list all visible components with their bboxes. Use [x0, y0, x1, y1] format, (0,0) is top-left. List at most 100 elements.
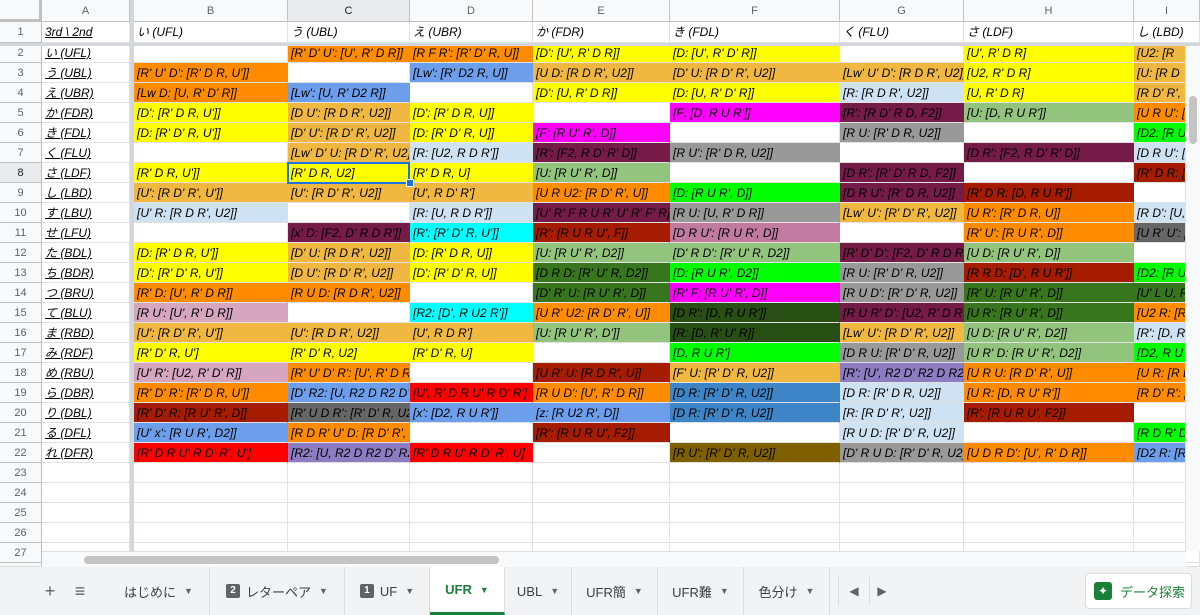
data-cell[interactable]: [D': [R' D R, U]] — [410, 103, 533, 123]
data-cell[interactable]: [R U R' D': [U2, R' D R D]] — [840, 303, 964, 323]
data-cell[interactable]: [U': [R D' R', U']] — [134, 323, 288, 343]
row-header-22[interactable]: 22 — [0, 443, 42, 463]
column-header-g[interactable]: G — [840, 0, 964, 22]
grid-cell[interactable] — [840, 503, 964, 523]
data-cell[interactable] — [134, 143, 288, 163]
data-cell[interactable]: [R2: [D', R U2 R']] — [410, 303, 533, 323]
data-cell[interactable]: [D R: [R' D' R, U2]] — [670, 403, 840, 423]
data-cell[interactable]: [R': [R U R U', F2]] — [533, 423, 670, 443]
row-header-21[interactable]: 21 — [0, 423, 42, 443]
data-cell[interactable]: [z: [R U2 R', D]] — [533, 403, 670, 423]
data-cell[interactable]: [D: [R' D R, U']] — [134, 243, 288, 263]
data-cell[interactable]: [U2, R' D R] — [964, 63, 1134, 83]
data-cell[interactable]: [Lw': [U, R' D2 R]] — [288, 83, 410, 103]
data-cell[interactable]: [R' U' D': [R' D R, U']] — [134, 63, 288, 83]
grid-cell[interactable] — [840, 463, 964, 483]
data-cell[interactable]: [D R U': [R U R', D]] — [670, 223, 840, 243]
data-cell[interactable]: [R U': [R' D R, U2]] — [670, 143, 840, 163]
data-cell[interactable]: [F: [R U' R', D]] — [533, 123, 670, 143]
data-cell[interactable]: [D' U: [R D R', U2]] — [288, 243, 410, 263]
data-cell[interactable]: [Lw': [R' D2 R, U]] — [410, 63, 533, 83]
data-cell[interactable]: [U D: [R U' R', D2]] — [964, 323, 1134, 343]
data-cell[interactable]: [x': [D2, R U R']] — [410, 403, 533, 423]
data-cell[interactable]: [R' D R U' R D' R', U] — [410, 443, 533, 463]
data-cell[interactable]: [R': [R U R U', F2]] — [964, 403, 1134, 423]
row-header-24[interactable]: 24 — [0, 483, 42, 503]
data-cell[interactable]: [R F R': [R' D' R, U]] — [410, 43, 533, 63]
scroll-tabs-right-icon[interactable]: ▶ — [868, 577, 896, 605]
add-sheet-icon[interactable]: + — [36, 577, 64, 605]
row-header-23[interactable]: 23 — [0, 463, 42, 483]
data-cell[interactable] — [533, 443, 670, 463]
data-cell[interactable]: [R: [U, R D R']] — [410, 203, 533, 223]
sheet-tab[interactable]: UFR簡 ▼ — [572, 567, 658, 615]
chevron-down-icon[interactable]: ▼ — [184, 586, 193, 596]
data-cell[interactable]: [D R U': [R' D R, U2]] — [840, 183, 964, 203]
grid-cell[interactable] — [670, 463, 840, 483]
data-cell[interactable]: [R2: [U, R2 D R2 D' R2]] — [288, 443, 410, 463]
data-cell[interactable]: [U R' U2: [R D' R', U]] — [533, 303, 670, 323]
data-cell[interactable]: [U D: [R D R', U2]] — [533, 63, 670, 83]
grid-cell[interactable] — [288, 463, 410, 483]
row-header-5[interactable]: 5 — [0, 103, 42, 123]
data-cell[interactable] — [533, 343, 670, 363]
grid-cell[interactable] — [964, 503, 1134, 523]
sheet-tab[interactable]: UBL ▼ — [505, 567, 572, 615]
data-cell[interactable]: [R' D R: [D, R U R']] — [964, 183, 1134, 203]
data-cell[interactable]: [D R D: [R' U' R, D2]] — [533, 263, 670, 283]
data-cell[interactable]: [R: [U2, R D R']] — [410, 143, 533, 163]
data-cell[interactable]: [R': [R U R U', F]] — [533, 223, 670, 243]
data-cell[interactable]: [Lw' U': [R' D' R', U2]] — [840, 203, 964, 223]
data-cell[interactable]: [D': [U', R' D R]] — [533, 43, 670, 63]
data-cell[interactable]: [D R': [F2, R D' R' D]] — [964, 143, 1134, 163]
data-cell[interactable] — [410, 83, 533, 103]
grid-cell[interactable] — [533, 523, 670, 543]
data-cell[interactable] — [964, 163, 1134, 183]
data-cell[interactable]: [R': [F2, R D' R' D]] — [533, 143, 670, 163]
row-header-20[interactable]: 20 — [0, 403, 42, 423]
data-cell[interactable]: [R' U: [R U' R', D]] — [964, 283, 1134, 303]
data-cell[interactable]: [R' D' R': [R' D R, U']] — [134, 383, 288, 403]
data-cell[interactable]: [R': [R D' R D, F2]] — [840, 103, 964, 123]
grid-cell[interactable] — [288, 483, 410, 503]
data-cell[interactable]: [R' D R, U']] — [134, 163, 288, 183]
data-cell[interactable]: [D R: [R' D' R, U2]] — [670, 383, 840, 403]
sheet-tab[interactable]: 2 レターペア ▼ — [210, 567, 345, 615]
sheet-tab[interactable]: UFR ▼ — [430, 567, 505, 615]
data-cell[interactable]: [R U': [R' D' R, U2]] — [670, 443, 840, 463]
data-cell[interactable] — [670, 123, 840, 143]
horizontal-scrollbar[interactable] — [42, 551, 1186, 567]
data-cell[interactable]: [U', R' D R] — [964, 43, 1134, 63]
data-cell[interactable]: [F' U: [R' D' R, U2]] — [670, 363, 840, 383]
data-cell[interactable]: [D R': [R' D' R D, F2]] — [840, 163, 964, 183]
column-header-i[interactable]: I — [1134, 0, 1200, 22]
row-header-10[interactable]: 10 — [0, 203, 42, 223]
data-cell[interactable]: [R' F: [R U' R', D]] — [670, 283, 840, 303]
data-cell[interactable]: [R: [D, R' U' R]] — [670, 323, 840, 343]
grid-cell[interactable] — [964, 463, 1134, 483]
grid-cell[interactable] — [134, 503, 288, 523]
data-cell[interactable]: [Lw' D' U: [R D' R', U2]] — [288, 143, 410, 163]
data-cell[interactable]: [D': [R' D' R, U]] — [410, 263, 533, 283]
data-cell[interactable]: [R' D' D': [F2, D' R D R']] — [840, 243, 964, 263]
selection-fill-handle[interactable] — [406, 179, 414, 187]
data-cell[interactable]: [R' D: [U', R' D R]] — [134, 283, 288, 303]
frozen-row-divider[interactable] — [0, 43, 1200, 46]
data-cell[interactable] — [410, 363, 533, 383]
data-cell[interactable]: [F: [D, R U R']] — [670, 103, 840, 123]
grid-cell[interactable] — [670, 483, 840, 503]
data-cell[interactable]: [D' U': [R D' R', U2]] — [288, 123, 410, 143]
row-header-18[interactable]: 18 — [0, 363, 42, 383]
data-cell[interactable]: [D: [R' D' R, U]] — [410, 123, 533, 143]
data-cell[interactable] — [288, 303, 410, 323]
data-cell[interactable]: [D U': [R D R', U2]] — [288, 103, 410, 123]
data-cell[interactable]: [R' D' R: [R U' R', D]] — [134, 403, 288, 423]
grid-cell[interactable] — [42, 523, 130, 543]
data-cell[interactable]: [x' D: [F2, D' R D R']] — [288, 223, 410, 243]
data-cell[interactable]: [R' U' D' R': [U', R' D R]] — [288, 363, 410, 383]
row-header-12[interactable]: 12 — [0, 243, 42, 263]
grid-cell[interactable] — [840, 523, 964, 543]
data-cell[interactable] — [410, 283, 533, 303]
data-cell[interactable]: [D, R U R'] — [670, 343, 840, 363]
data-cell[interactable]: [U: [R U' R', D']] — [533, 323, 670, 343]
